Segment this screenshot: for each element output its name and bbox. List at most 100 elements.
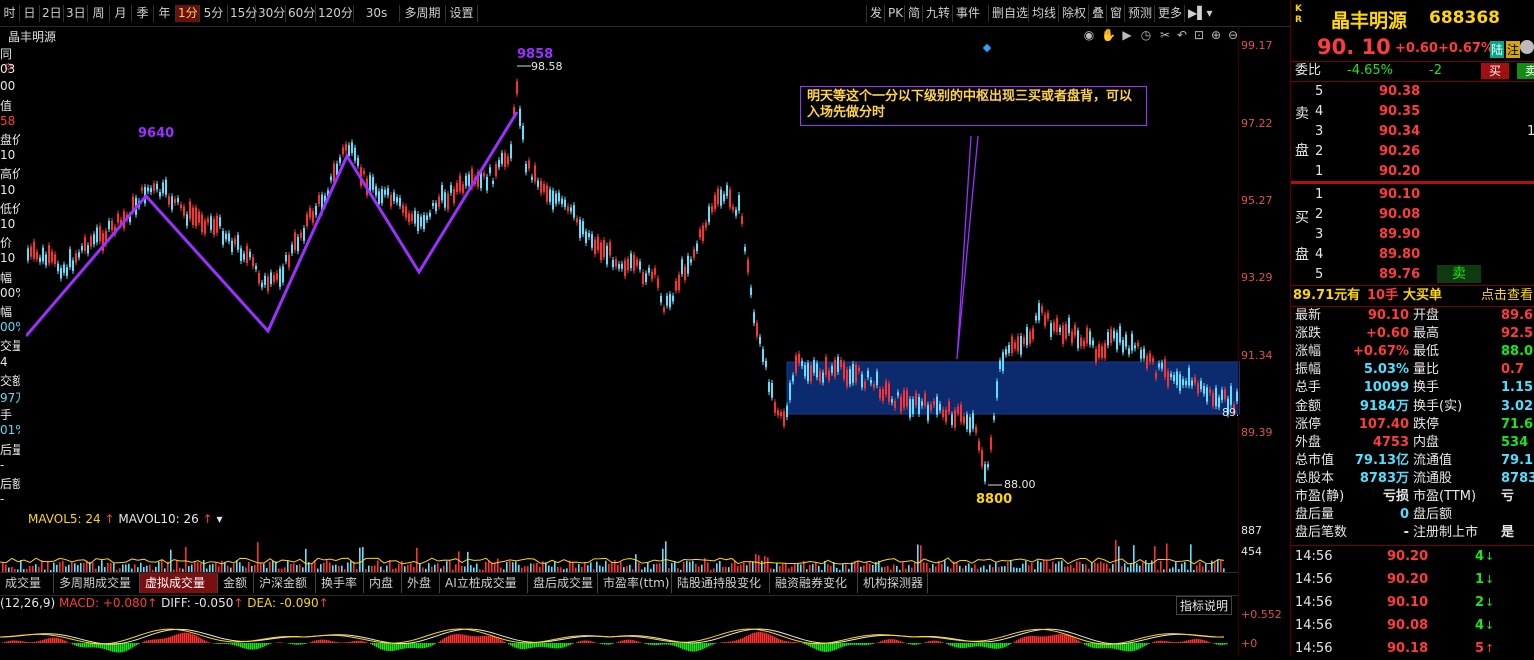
chart-tool-button[interactable]: 事件	[952, 5, 988, 22]
big-order-link[interactable]: 点击查看	[1481, 286, 1533, 306]
lock-icon[interactable]: ⊡	[1192, 28, 1206, 42]
volume-bar	[509, 561, 511, 572]
indicator-tab[interactable]: 换手率	[316, 573, 364, 593]
macd-bar	[1222, 643, 1224, 645]
indicator-tab[interactable]: 虚拟成交量	[140, 573, 218, 593]
chart-tool-button[interactable]: 简	[904, 5, 922, 22]
macd-bar	[124, 643, 126, 652]
chart-tool-button[interactable]: 删自选	[988, 5, 1028, 22]
scissors-icon[interactable]: ✂	[1158, 28, 1172, 42]
volume-bar	[407, 565, 409, 572]
hand-icon[interactable]: ✋	[1101, 28, 1115, 42]
zoom-in-icon[interactable]: ⊕	[1209, 28, 1223, 42]
left-info-item: 价	[0, 234, 20, 251]
collapse-icon[interactable]: ▾	[216, 512, 222, 526]
period-tab[interactable]: 30分	[256, 5, 286, 22]
period-tab[interactable]: 季	[132, 5, 154, 22]
indicator-tab[interactable]: 沪深金额	[254, 573, 316, 593]
indicator-tab[interactable]: 陆股通持股变化	[672, 573, 770, 593]
buy-button[interactable]: 买	[1481, 63, 1509, 79]
macd-bar	[592, 642, 594, 643]
price-candle	[603, 240, 605, 257]
period-tab[interactable]: 5分	[200, 5, 228, 22]
stat-row: 市盈(静)亏损市盈(TTM)亏	[1291, 488, 1534, 506]
chart-tool-button[interactable]: 窗	[1106, 5, 1124, 22]
bids-row[interactable]: 389.90	[1291, 225, 1534, 245]
period-tab[interactable]: 时	[0, 5, 20, 22]
volume-bar	[515, 562, 517, 572]
indicator-tab[interactable]: 成交量	[0, 573, 54, 593]
chart-tool-button[interactable]: 九转	[922, 5, 952, 22]
price-candle	[186, 214, 188, 225]
play-icon[interactable]: ▶	[1120, 28, 1134, 42]
period-tab[interactable]: 月	[110, 5, 132, 22]
period-tab[interactable]: 1分	[176, 5, 200, 22]
indicator-tab[interactable]: 外盘	[402, 573, 440, 593]
chart-tool-button[interactable]: 发	[866, 5, 884, 22]
period-tab[interactable]: 60分	[286, 5, 316, 22]
bids-row[interactable]: 290.08	[1291, 205, 1534, 225]
period-tab[interactable]: 周	[88, 5, 110, 22]
volume-bar	[158, 562, 160, 572]
price-candle	[447, 194, 449, 210]
period-tab[interactable]: 年	[154, 5, 176, 22]
macd-bar	[1216, 643, 1218, 644]
chart-tool-button[interactable]: 叠	[1088, 5, 1106, 22]
price-candle	[993, 416, 995, 420]
bids-row[interactable]: 190.10	[1291, 185, 1534, 205]
eye-icon[interactable]: ◉	[1082, 28, 1096, 42]
macd-bar	[758, 632, 760, 643]
chart-tool-button[interactable]: 预测	[1124, 5, 1154, 22]
macd-bar	[324, 640, 326, 643]
period-tab[interactable]: 设置	[446, 5, 478, 22]
bids-row[interactable]: 489.80	[1291, 245, 1534, 265]
macd-bar	[714, 643, 716, 644]
period-tab[interactable]: 120分	[316, 5, 354, 22]
price-candle	[681, 259, 683, 274]
price-candle	[1107, 332, 1109, 345]
price-candle	[924, 393, 926, 405]
price-candle	[204, 221, 206, 234]
period-tab[interactable]: 多周期	[400, 5, 446, 22]
indicator-tab[interactable]: 机构探测器	[858, 573, 928, 593]
macd-bar	[662, 643, 664, 645]
period-tab[interactable]: 日	[20, 5, 40, 22]
clock-icon[interactable]: ◷	[1139, 28, 1153, 42]
asks-row[interactable]: 490.35	[1291, 102, 1534, 122]
macd-bar	[354, 641, 356, 643]
macd-bar	[1178, 642, 1180, 643]
indicator-tab[interactable]: 市盈率(ttm)	[598, 573, 672, 593]
period-tab[interactable]: 15分	[228, 5, 256, 22]
volume-bar	[683, 562, 685, 572]
expand-arrow-icon[interactable]: ▶▌▾	[1184, 5, 1214, 22]
asks-row[interactable]: 590.38	[1291, 82, 1534, 102]
macd-bar	[1024, 637, 1026, 643]
chart-tool-button[interactable]: 均线	[1028, 5, 1058, 22]
circle-icon[interactable]	[1520, 40, 1534, 54]
asks-row[interactable]: 190.20	[1291, 162, 1534, 182]
asks-row[interactable]: 290.26	[1291, 142, 1534, 162]
indicator-tab[interactable]: 盘后成交量	[528, 573, 598, 593]
period-tab[interactable]: 3日	[64, 5, 88, 22]
chart-tool-button[interactable]: 除权	[1058, 5, 1088, 22]
indicator-tab[interactable]: 金额	[218, 573, 254, 593]
indicator-tab[interactable]: AI立桩成交量	[440, 573, 528, 593]
asks-row[interactable]: 390.341	[1291, 122, 1534, 142]
price-candle	[195, 208, 197, 226]
chart-tool-button[interactable]: 更多	[1154, 5, 1184, 22]
indicator-tab[interactable]: 内盘	[364, 573, 402, 593]
price-candle	[657, 278, 659, 287]
sell-button[interactable]: 卖	[1517, 63, 1534, 79]
price-candle	[93, 234, 95, 244]
period-tab[interactable]: 30s	[354, 5, 400, 22]
volume-bar	[1025, 561, 1027, 572]
period-tab[interactable]: 2日	[40, 5, 64, 22]
bids-row[interactable]: 589.76	[1291, 265, 1534, 285]
chart-tool-button[interactable]: PK	[884, 5, 904, 22]
indicator-tab[interactable]: 融资融券变化	[770, 573, 858, 593]
macd-bar	[244, 643, 246, 648]
indicator-tab[interactable]: 多周期成交量	[54, 573, 140, 593]
volume-bar	[35, 564, 37, 572]
undo-icon[interactable]: ↶	[1175, 28, 1189, 42]
macd-bar	[50, 638, 52, 643]
